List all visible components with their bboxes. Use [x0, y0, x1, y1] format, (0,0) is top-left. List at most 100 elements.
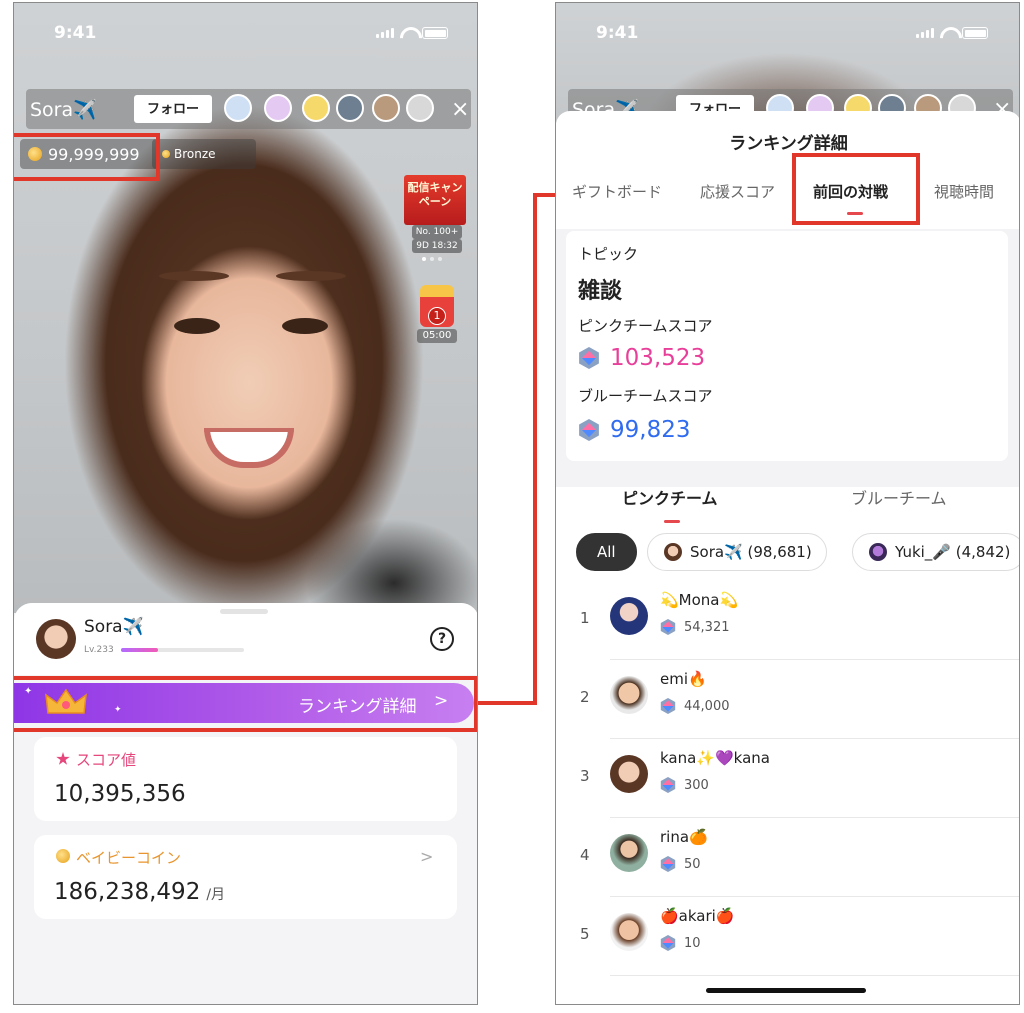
- face-brow-right: [276, 271, 346, 281]
- row-score: 10: [660, 935, 701, 951]
- annotation-highlight-tab: [792, 153, 920, 225]
- campaign-title: 配信キャンペーン: [407, 181, 463, 208]
- viewer-avatar[interactable]: [406, 94, 434, 122]
- pink-team-score-label: ピンクチームスコア: [578, 317, 713, 335]
- campaign-rank: No. 100+: [412, 225, 462, 239]
- status-icons: [376, 27, 448, 39]
- gem-icon: [660, 935, 676, 951]
- help-icon[interactable]: ?: [430, 627, 454, 651]
- avatar: [869, 543, 887, 561]
- row-score: 54,321: [660, 619, 730, 635]
- viewer-avatar[interactable]: [264, 94, 292, 122]
- row-score: 300: [660, 777, 709, 793]
- filter-chip-yuki[interactable]: Yuki_🎤 (4,842): [852, 533, 1019, 571]
- viewer-avatar[interactable]: [372, 94, 400, 122]
- face-eye-right: [282, 318, 328, 334]
- host-name[interactable]: Sora✈️: [30, 98, 97, 121]
- face-eye-left: [174, 318, 220, 334]
- gem-icon: [660, 619, 676, 635]
- face-smile: [204, 428, 294, 468]
- wifi-icon: [400, 27, 416, 39]
- topic-value: 雑談: [578, 279, 623, 304]
- campaign-time: 9D 18:32: [412, 239, 462, 253]
- gift-timer: 05:00: [417, 329, 457, 343]
- avatar: [610, 913, 648, 951]
- annotation-connector: [478, 701, 536, 705]
- row-name: emi🔥: [660, 670, 707, 688]
- avatar: [610, 676, 648, 714]
- tab-pink-team[interactable]: ピンクチーム: [622, 485, 718, 509]
- battery-icon: [962, 27, 988, 39]
- team-tab-indicator: [664, 520, 680, 523]
- gem-icon: [660, 856, 676, 872]
- carousel-dots: [422, 257, 442, 261]
- avatar: [610, 834, 648, 872]
- status-time: 9:41: [54, 23, 97, 43]
- follow-button[interactable]: フォロー: [134, 95, 212, 123]
- pink-team-score: 103,523: [578, 345, 705, 371]
- viewer-avatar[interactable]: [302, 94, 330, 122]
- wifi-icon: [940, 27, 956, 39]
- sheet-grabber[interactable]: [220, 609, 268, 614]
- row-name: 🍎akari🍎: [660, 907, 735, 925]
- list-item[interactable]: 1 💫Mona💫 54,321: [556, 581, 1019, 660]
- score-card: スコア値 10,395,356: [34, 737, 457, 821]
- chevron-right-icon: >: [420, 847, 434, 866]
- rank-number: 3: [580, 767, 590, 785]
- list-item[interactable]: 5 🍎akari🍎 10: [556, 897, 1019, 976]
- blue-team-score: 99,823: [578, 417, 690, 443]
- gem-icon: [579, 419, 599, 441]
- topic-label: トピック: [578, 245, 639, 263]
- row-name: 💫Mona💫: [660, 591, 739, 609]
- sheet-header: Sora✈️ Lv.233 ?: [14, 603, 477, 675]
- avatar: [610, 755, 648, 793]
- tab-support-score[interactable]: 応援スコア: [700, 181, 775, 202]
- chip-label: Yuki_🎤 (4,842): [895, 543, 1011, 561]
- star-icon: [56, 752, 70, 765]
- tab-blue-team[interactable]: ブルーチーム: [851, 485, 947, 509]
- host-info-sheet: Sora✈️ Lv.233 ? スコア値 10,395,356 ベイビーコイン …: [14, 603, 477, 1004]
- chip-label: Sora✈️ (98,681): [690, 543, 812, 561]
- rank-number: 2: [580, 688, 590, 706]
- rank-number: 1: [580, 609, 590, 627]
- host-level: Lv.233: [84, 645, 114, 655]
- score-value: 10,395,356: [54, 781, 186, 807]
- host-avatar[interactable]: [36, 619, 76, 659]
- close-icon[interactable]: ×: [451, 97, 469, 122]
- list-item[interactable]: 4 rina🍊 50: [556, 818, 1019, 897]
- tab-watch-time[interactable]: 視聴時間: [934, 181, 994, 202]
- signal-icon: [916, 28, 934, 38]
- panel-title: ランキング詳細: [729, 134, 848, 154]
- rank-number: 5: [580, 925, 590, 943]
- battery-icon: [422, 27, 448, 39]
- ranking-detail-screen: 9:41 Sora✈️ フォロー × ランキング詳細 ギフトボード 応援スコア …: [555, 2, 1020, 1005]
- rank-number: 4: [580, 846, 590, 864]
- viewer-avatar[interactable]: [336, 94, 364, 122]
- home-indicator[interactable]: [706, 988, 866, 993]
- viewer-avatar[interactable]: [224, 94, 252, 122]
- baby-coin-card[interactable]: ベイビーコイン > 186,238,492/月: [34, 835, 457, 919]
- row-name: rina🍊: [660, 828, 708, 846]
- medal-icon: [162, 150, 170, 158]
- list-item[interactable]: 3 kana✨💜kana 300: [556, 739, 1019, 818]
- signal-icon: [376, 28, 394, 38]
- rank-badge[interactable]: Bronze: [152, 139, 256, 169]
- score-label: スコア値: [56, 749, 136, 770]
- live-stream-screen: 9:41 Sora✈️ フォロー × 99,999,999 Bronze 配信キ…: [13, 2, 478, 1005]
- sheet-host-name: Sora✈️: [84, 617, 144, 637]
- filter-chip-sora[interactable]: Sora✈️ (98,681): [647, 533, 827, 571]
- filter-chip-all[interactable]: All: [576, 533, 637, 571]
- status-time: 9:41: [596, 23, 639, 43]
- status-icons: [916, 27, 988, 39]
- list-item[interactable]: 2 emi🔥 44,000: [556, 660, 1019, 739]
- annotation-highlight-ranking: [14, 676, 477, 732]
- campaign-banner[interactable]: 配信キャンペーン: [404, 175, 466, 225]
- face-brow-left: [159, 271, 229, 281]
- gift-count-badge: 1: [428, 307, 446, 325]
- rank-badge-label: Bronze: [174, 147, 216, 161]
- blue-team-score-label: ブルーチームスコア: [578, 387, 713, 405]
- tab-gift-board[interactable]: ギフトボード: [572, 181, 662, 202]
- gem-icon: [579, 347, 599, 369]
- gem-icon: [660, 777, 676, 793]
- coin-icon: [56, 849, 70, 863]
